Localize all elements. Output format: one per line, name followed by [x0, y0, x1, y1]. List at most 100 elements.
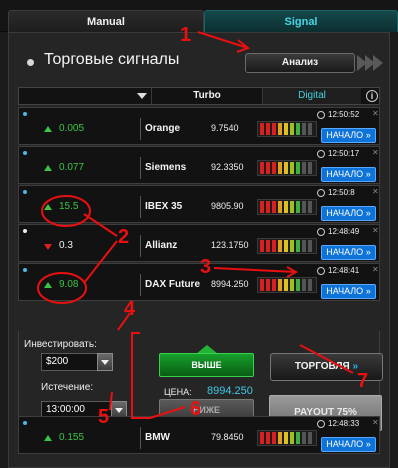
price-label: ЦЕНА: — [164, 387, 192, 397]
divider — [140, 274, 141, 296]
tab-manual[interactable]: Manual — [8, 10, 204, 32]
signal-time: 12:50:17 — [317, 149, 375, 160]
signal-row: 0.005 Orange 9.7540 12:50:52 ✕ НАЧАЛО » — [18, 107, 380, 145]
signal-change: 0.155 — [59, 432, 85, 443]
start-button[interactable]: НАЧАЛО » — [321, 437, 376, 452]
asset-price: 79.8450 — [211, 432, 244, 442]
asset-price: 123.1750 — [211, 240, 249, 250]
top-tab-bar: Manual Signal — [0, 0, 398, 32]
chevron-right-icon — [373, 55, 383, 71]
signal-row: 0.3 Allianz 123.1750 12:48:49 ✕ НАЧАЛО » — [18, 224, 380, 262]
signal-change: 15.5 — [59, 201, 79, 212]
signal-row-selected: 9.08 DAX Future 8994.250 12:48:41 ✕ НАЧА… — [18, 263, 380, 301]
divider — [140, 196, 141, 218]
signal-change: 9.08 — [59, 279, 79, 290]
invest-select[interactable]: $200 — [41, 353, 113, 371]
clock-icon — [317, 150, 325, 158]
divider — [140, 427, 141, 449]
status-dot-icon — [23, 268, 27, 272]
page-title: Торговые сигналы — [44, 51, 180, 68]
clock-icon — [317, 420, 325, 428]
arrow-up-icon — [44, 165, 52, 171]
panel-header: Торговые сигналы Анализ — [9, 33, 389, 85]
signal-time: 12:50:8 — [317, 188, 375, 199]
arrow-up-icon — [44, 126, 52, 132]
signal-row: 0.155 BMW 79.8450 12:48:33 ✕ НАЧАЛО » — [18, 416, 380, 454]
asset-name: Siemens — [145, 162, 187, 173]
strength-meter — [257, 277, 317, 293]
signal-change: 0.005 — [59, 123, 85, 134]
signal-row: 15.5 IBEX 35 9805.90 12:50:8 ✕ НАЧАЛО » — [18, 185, 380, 223]
close-icon[interactable]: ✕ — [372, 418, 379, 427]
signal-time: 12:48:49 — [317, 227, 375, 238]
annotation-number: 4 — [124, 298, 136, 320]
start-button[interactable]: НАЧАЛО » — [321, 167, 376, 182]
status-dot-icon — [23, 151, 27, 155]
start-button[interactable]: НАЧАЛО » — [321, 245, 376, 260]
table-header: Turbo Digital i — [18, 87, 380, 105]
close-icon[interactable]: ✕ — [372, 265, 379, 274]
divider — [140, 235, 141, 257]
bullet-icon — [27, 59, 34, 66]
info-icon[interactable]: i — [366, 90, 378, 102]
start-button[interactable]: НАЧАЛО » — [321, 206, 376, 221]
close-icon[interactable]: ✕ — [372, 148, 379, 157]
tab-turbo[interactable]: Turbo — [152, 88, 262, 104]
start-button[interactable]: НАЧАЛО » — [321, 128, 376, 143]
annotation-number: 7 — [357, 370, 369, 392]
clock-icon — [317, 228, 325, 236]
signal-time: 12:48:41 — [317, 266, 375, 277]
signal-change: 0.077 — [59, 162, 85, 173]
annotation-number: 5 — [98, 406, 110, 428]
status-dot-icon — [23, 112, 27, 116]
status-dot-icon — [23, 421, 27, 425]
asset-name: Orange — [145, 123, 181, 134]
asset-price: 9805.90 — [211, 201, 244, 211]
dropdown-arrow-icon[interactable] — [97, 353, 113, 371]
signal-time: 12:50:52 — [317, 110, 375, 121]
status-dot-icon — [23, 229, 27, 233]
close-icon[interactable]: ✕ — [372, 226, 379, 235]
close-icon[interactable]: ✕ — [372, 109, 379, 118]
asset-name: IBEX 35 — [145, 201, 183, 212]
expiry-value: 13:00:00 — [46, 404, 85, 415]
annotation-number: 6 — [190, 398, 202, 420]
price-value: 8994.250 — [207, 385, 253, 397]
tab-digital[interactable]: Digital — [263, 88, 361, 104]
divider — [140, 157, 141, 179]
strength-meter — [257, 238, 317, 254]
divider — [140, 118, 141, 140]
asset-price: 9.7540 — [211, 123, 239, 133]
clock-icon — [317, 189, 325, 197]
tab-signal[interactable]: Signal — [204, 10, 398, 32]
status-dot-icon — [23, 190, 27, 194]
signal-row: 0.077 Siemens 92.3350 12:50:17 ✕ НАЧАЛО … — [18, 146, 380, 184]
signal-time: 12:48:33 — [317, 419, 375, 430]
strength-meter — [257, 430, 317, 446]
annotation-number: 1 — [180, 24, 192, 46]
arrow-up-icon — [44, 282, 52, 288]
asset-price: 92.3350 — [211, 162, 244, 172]
close-icon[interactable]: ✕ — [372, 187, 379, 196]
expiry-label: Истечение: — [41, 382, 94, 393]
analysis-button[interactable]: Анализ — [245, 53, 355, 73]
clock-icon — [317, 111, 325, 119]
strength-meter — [257, 121, 317, 137]
arrow-down-icon — [44, 244, 52, 250]
start-button[interactable]: НАЧАЛО » — [321, 284, 376, 299]
asset-name: BMW — [145, 432, 170, 443]
strength-meter — [257, 160, 317, 176]
invest-value: $200 — [46, 356, 69, 367]
annotation-number: 2 — [118, 226, 130, 248]
asset-price: 8994.250 — [211, 279, 249, 289]
arrow-up-icon — [44, 204, 52, 210]
asset-name: Allianz — [145, 240, 178, 251]
invest-label: Инвестировать: — [24, 339, 97, 350]
arrow-up-icon — [44, 435, 52, 441]
annotation-number: 3 — [200, 256, 212, 278]
strength-meter — [257, 199, 317, 215]
call-button[interactable]: ВЫШЕ — [159, 353, 254, 377]
asset-name: DAX Future — [145, 279, 200, 290]
dropdown-arrow-icon[interactable] — [137, 93, 147, 99]
signal-change: 0.3 — [59, 240, 73, 251]
